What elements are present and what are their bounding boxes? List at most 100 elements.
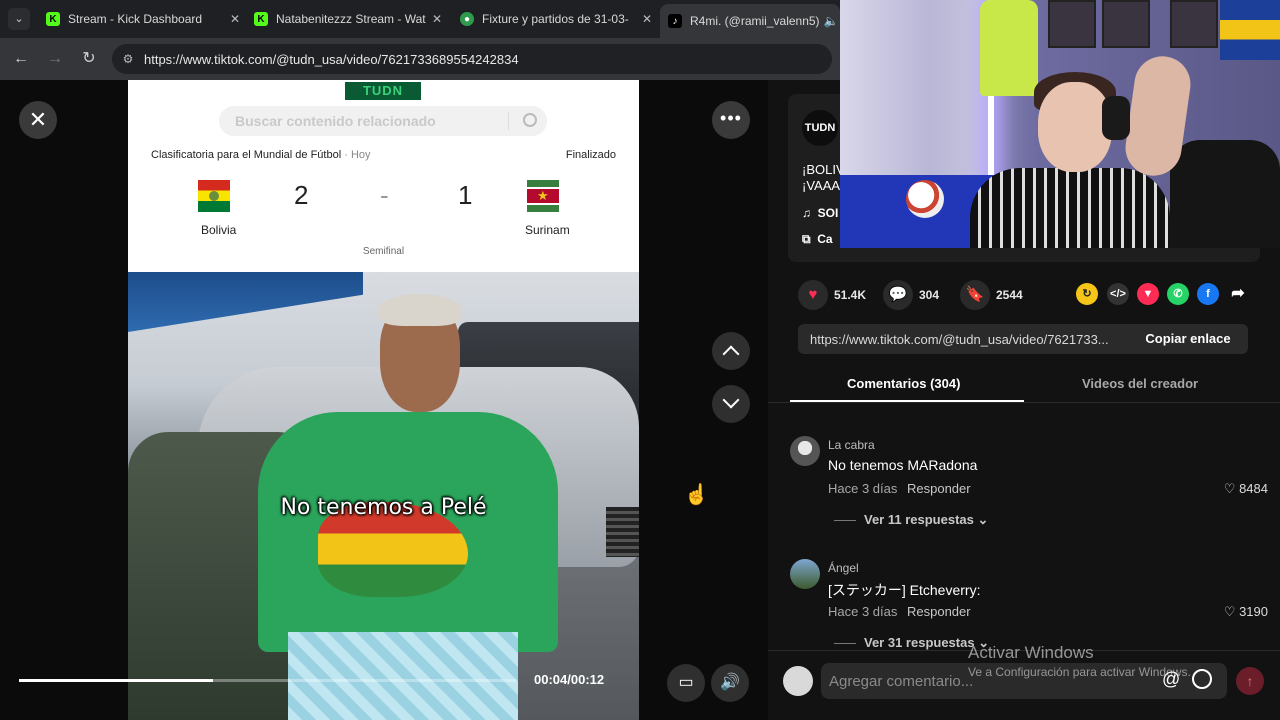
close-tab-icon[interactable]: ✕ [638, 12, 656, 26]
away-team: Surinam [525, 223, 570, 237]
comment-text: [ステッカー] Etcheverry: [828, 582, 981, 598]
post-comment-button[interactable]: ↑ [1236, 667, 1264, 695]
view-replies-button[interactable]: Ver 11 respuestas ⌄ [834, 512, 988, 528]
video-stage: ✕ ••• TUDN Buscar contenido relacionado … [0, 80, 768, 720]
comment-item: La cabra No tenemos MARadona Hace 3 días… [790, 436, 1270, 528]
tudn-logo: TUDN [345, 82, 421, 100]
previous-video-button[interactable] [712, 332, 750, 370]
back-arrow-icon[interactable]: ← [10, 48, 32, 70]
reply-button[interactable]: Responder [907, 604, 971, 619]
tab-natabenitezzz[interactable]: K Natabenitezzz Stream - Wat ✕ [246, 5, 446, 33]
comment-username[interactable]: Ángel [828, 561, 859, 575]
tab-comments[interactable]: Comentarios (304) [847, 376, 960, 391]
comment-text: No tenemos MARadona [828, 457, 978, 473]
address-bar: ← → ↻ ⚙ https://www.tiktok.com/@tudn_usa… [0, 38, 840, 80]
tab-tiktok[interactable]: ♪ R4mi. (@ramii_valenn5) 🔈 [660, 4, 840, 38]
emoji-icon[interactable] [1192, 669, 1212, 689]
tab-creator-videos[interactable]: Videos del creador [1082, 376, 1198, 391]
close-tab-icon[interactable]: ✕ [226, 12, 244, 26]
browser-tab-bar: ⌄ K Stream - Kick Dashboard ✕ K Natabeni… [0, 0, 840, 38]
video-time: 00:04/00:12 [534, 672, 605, 687]
url-omnibox[interactable]: ⚙ https://www.tiktok.com/@tudn_usa/video… [112, 44, 832, 74]
category-row[interactable]: ⧉ Ca [802, 232, 833, 247]
comment-bubble-icon: 💬 [883, 280, 913, 310]
video-caption: No tenemos a Pelé [280, 495, 487, 520]
reload-icon[interactable]: ↻ [78, 48, 100, 70]
share-arrow-icon[interactable]: ➦ [1227, 283, 1249, 305]
comment-like-button[interactable]: ♡ 3190 [1224, 604, 1268, 620]
category-icon: ⧉ [802, 232, 811, 246]
kick-icon: K [46, 12, 60, 26]
close-video-button[interactable]: ✕ [19, 101, 57, 139]
site-settings-icon[interactable]: ⚙ [112, 52, 144, 66]
suriname-flag-icon: ★ [527, 180, 559, 212]
webcam-overlay [840, 0, 1280, 248]
progress-fill [19, 679, 213, 682]
copy-link-button[interactable]: Copiar enlace [1128, 324, 1248, 354]
next-video-button[interactable] [712, 385, 750, 423]
tab-search-chevron-icon[interactable]: ⌄ [8, 8, 30, 30]
score-separator: - [380, 180, 389, 210]
send-to-friends-icon[interactable]: ▼ [1137, 283, 1159, 305]
match-competition: Clasificatoria para el Mundial de Fútbol… [151, 149, 371, 161]
windows-activation-subtext: Ve a Configuración para activar Windows. [968, 665, 1191, 679]
match-status: Finalizado [565, 149, 616, 161]
tiktok-icon: ♪ [668, 14, 682, 28]
video-player[interactable]: TUDN Buscar contenido relacionado Clasif… [128, 80, 639, 720]
facebook-icon[interactable]: f [1197, 283, 1219, 305]
globe-icon: ● [460, 12, 474, 26]
volume-icon: 🔊 [720, 674, 740, 691]
user-avatar[interactable] [783, 666, 813, 696]
match-stage: Semifinal [362, 246, 405, 257]
home-team: Bolivia [201, 223, 237, 237]
embed-icon[interactable]: </> [1107, 283, 1129, 305]
comment-button[interactable]: 💬 304 [883, 280, 939, 310]
repost-icon[interactable]: ↻ [1076, 283, 1098, 305]
sound-row[interactable]: ♫ SOI [802, 206, 838, 220]
windows-activation-watermark: Activar Windows [968, 643, 1094, 662]
close-tab-icon[interactable]: ✕ [428, 12, 446, 26]
whatsapp-icon[interactable]: ✆ [1167, 283, 1189, 305]
reply-button[interactable]: Responder [907, 481, 971, 496]
bolivia-flag-icon [198, 180, 230, 212]
comment-meta: Hace 3 días Responder [828, 481, 971, 496]
like-button[interactable]: ♥ 51.4K [798, 280, 866, 310]
chevron-up-icon [722, 345, 740, 363]
creator-avatar[interactable]: TUDN [802, 110, 838, 146]
pip-icon: ▭ [678, 674, 694, 691]
share-link-box: https://www.tiktok.com/@tudn_usa/video/7… [798, 324, 1248, 354]
heart-outline-icon: ♡ [1223, 481, 1236, 496]
more-options-button[interactable]: ••• [712, 101, 750, 139]
volume-button[interactable]: 🔊 [711, 664, 749, 702]
avatar[interactable] [790, 436, 820, 466]
video-description: ¡BOLIV ¡VAAA [802, 162, 845, 193]
search-icon[interactable] [523, 113, 537, 127]
hand-cursor-icon: ☝ [684, 484, 709, 506]
away-score: 1 [458, 180, 473, 210]
video-progress-bar[interactable] [19, 679, 516, 682]
chevron-down-icon [722, 391, 740, 409]
tab-kick-dashboard[interactable]: K Stream - Kick Dashboard ✕ [38, 5, 244, 33]
share-link-text[interactable]: https://www.tiktok.com/@tudn_usa/video/7… [810, 332, 1128, 347]
related-search-input[interactable]: Buscar contenido relacionado [219, 106, 547, 136]
floating-player-button[interactable]: ▭ [667, 664, 705, 702]
video-frame: No tenemos a Pelé [128, 272, 639, 720]
heart-icon: ♥ [798, 280, 828, 310]
comment-meta: Hace 3 días Responder [828, 604, 971, 619]
arrow-up-icon: ↑ [1246, 673, 1254, 689]
avatar[interactable] [790, 559, 820, 589]
comment-like-button[interactable]: ♡ 8484 [1224, 481, 1268, 497]
save-button[interactable]: 🔖 2544 [960, 280, 1023, 310]
heart-outline-icon: ♡ [1223, 604, 1236, 619]
home-score: 2 [294, 180, 309, 210]
tab-fixture[interactable]: ● Fixture y partidos de 31-03- ✕ [452, 5, 656, 33]
view-replies-button[interactable]: Ver 31 respuestas ⌄ [834, 635, 989, 651]
comment-composer: @ ↑ Activar Windows Ve a Configuración p… [768, 643, 1280, 720]
match-score-card: TUDN Buscar contenido relacionado Clasif… [128, 80, 639, 272]
music-note-icon: ♫ [802, 206, 811, 220]
forward-arrow-icon[interactable]: → [44, 48, 66, 70]
comment-username[interactable]: La cabra [828, 438, 875, 452]
url-text[interactable]: https://www.tiktok.com/@tudn_usa/video/7… [144, 52, 519, 67]
speaker-icon[interactable]: 🔈 [822, 14, 840, 28]
comment-item: Ángel [ステッカー] Etcheverry: Hace 3 días Re… [790, 559, 1270, 651]
